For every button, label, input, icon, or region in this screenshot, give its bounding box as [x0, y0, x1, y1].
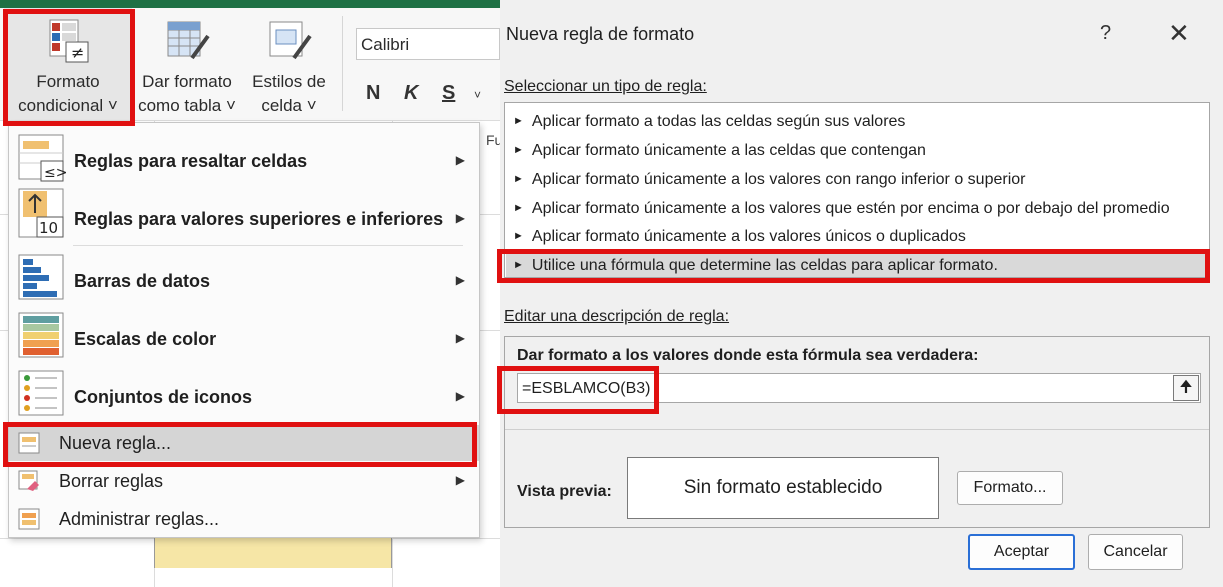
- rule-type-item[interactable]: ► Aplicar formato a todas las celdas segú…: [513, 113, 905, 131]
- ok-button[interactable]: Aceptar: [968, 534, 1075, 570]
- rule-type-item[interactable]: ► Aplicar formato únicamente a las celdas…: [513, 142, 926, 160]
- svg-text:10: 10: [39, 219, 58, 237]
- menu-item-label: Reglas para resaltar celdas: [74, 151, 308, 171]
- conditional-format-menu: ≤> Reglas para resaltar celdas ▶ 10 Regl…: [8, 122, 480, 538]
- edit-description-label: Editar una descripción de regla:: [504, 308, 730, 325]
- color-scales-icon: [18, 312, 64, 358]
- cell-styles-label-1: Estilos de: [252, 72, 326, 91]
- preview-label: Vista previa:: [517, 483, 612, 500]
- cell-styles-button[interactable]: Estilos de celda ˅: [244, 8, 334, 120]
- italic-button[interactable]: K: [404, 82, 418, 105]
- rule-type-label: Utilice una fórmula que determine las ce…: [531, 257, 998, 274]
- collapse-dialog-button[interactable]: 🠉: [1173, 375, 1199, 401]
- rule-type-label: Aplicar formato únicamente a los valores…: [531, 200, 1170, 217]
- menu-item-top-bottom-rules[interactable]: 10 Reglas para valores superiores e infe…: [9, 187, 479, 245]
- eraser-icon: [18, 470, 39, 491]
- cell-styles-label-2: celda ˅: [261, 96, 317, 115]
- submenu-arrow-icon: ▶: [455, 331, 465, 345]
- menu-item-new-rule[interactable]: Nueva regla...: [9, 425, 479, 461]
- gridline: [0, 120, 500, 121]
- bold-button[interactable]: N: [366, 82, 380, 105]
- menu-item-label: Conjuntos de iconos: [74, 387, 252, 407]
- formula-input[interactable]: =ESBLAMCO(B3): [517, 373, 1201, 403]
- highlight-cells-rules-icon: ≤>: [18, 134, 67, 182]
- dialog-title: Nueva regla de formato: [506, 24, 695, 44]
- rule-type-label: Aplicar formato a todas las celdas según…: [531, 113, 906, 130]
- rule-type-list[interactable]: ► Aplicar formato a todas las celdas segú…: [504, 102, 1210, 278]
- format-as-table-label-2: como tabla ˅: [138, 96, 236, 115]
- submenu-arrow-icon: ▶: [455, 389, 465, 403]
- up-arrow-icon: 🠉: [1179, 379, 1193, 396]
- preview-box: Sin formato establecido: [627, 457, 939, 519]
- partial-column-header: Fu: [486, 132, 500, 148]
- formula-heading: Dar formato a los valores donde esta fór…: [517, 347, 979, 364]
- menu-item-label: Barras de datos: [74, 271, 211, 291]
- menu-item-label: Administrar reglas...: [59, 509, 220, 529]
- underline-button[interactable]: S: [442, 82, 455, 105]
- select-rule-type-label: Seleccionar un tipo de regla:: [504, 78, 707, 95]
- font-name-combobox[interactable]: Calibri: [356, 28, 500, 60]
- triangle-marker-icon: ►: [513, 115, 524, 127]
- rule-type-label: Aplicar formato únicamente a los valores…: [531, 228, 966, 245]
- conditional-format-label-1: Formato: [36, 72, 100, 91]
- rule-description-panel: Dar formato a los valores donde esta fór…: [504, 336, 1210, 528]
- rule-type-item[interactable]: ► Aplicar formato únicamente a los valore…: [513, 171, 1025, 189]
- new-format-rule-dialog: Nueva regla de formato ? ✕ Seleccionar u…: [497, 0, 1223, 587]
- submenu-arrow-icon: ▶: [455, 153, 465, 167]
- new-rule-icon: [18, 432, 40, 454]
- menu-separator: [73, 245, 463, 246]
- excel-title-strip: [0, 0, 500, 8]
- highlighted-cell-range: [154, 538, 392, 568]
- menu-item-clear-rules[interactable]: Borrar reglas ▶: [9, 463, 479, 499]
- menu-item-label: Escalas de color: [74, 329, 217, 349]
- format-button[interactable]: Formato...: [957, 471, 1063, 505]
- rule-type-item[interactable]: ► Aplicar formato únicamente a los valore…: [513, 200, 1170, 218]
- data-bars-icon: [18, 254, 64, 300]
- conditional-format-button[interactable]: ≠ Formato condicional ˅: [4, 8, 132, 120]
- excel-window: ≠ Formato condicional ˅ Dar formato como…: [0, 0, 500, 587]
- table-brush-icon: [167, 21, 210, 60]
- submenu-arrow-icon: ▶: [455, 211, 465, 225]
- conditional-format-label-2: condicional ˅: [18, 96, 118, 115]
- format-as-table-label-1: Dar formato: [142, 72, 232, 91]
- menu-item-manage-rules[interactable]: Administrar reglas...: [9, 501, 479, 537]
- submenu-arrow-icon: ▶: [455, 473, 465, 487]
- menu-item-highlight-rules[interactable]: ≤> Reglas para resaltar celdas ▶: [9, 127, 479, 187]
- svg-text:≠: ≠: [71, 43, 84, 62]
- svg-text:≤>: ≤>: [44, 165, 67, 181]
- triangle-marker-icon: ►: [513, 202, 524, 214]
- triangle-marker-icon: ►: [513, 259, 524, 271]
- conditional-format-icon: ≠: [49, 19, 89, 63]
- menu-item-label: Reglas para valores superiores e inferio…: [74, 209, 444, 229]
- menu-item-icon-sets[interactable]: Conjuntos de iconos ▶: [9, 365, 479, 423]
- menu-item-label: Nueva regla...: [59, 433, 172, 453]
- icon-sets-icon: [18, 370, 64, 416]
- close-icon[interactable]: ✕: [1168, 18, 1190, 49]
- ribbon-separator: [342, 16, 343, 111]
- triangle-marker-icon: ►: [513, 144, 524, 156]
- help-icon[interactable]: ?: [1100, 22, 1111, 45]
- triangle-marker-icon: ►: [513, 173, 524, 185]
- top-bottom-rules-icon: 10: [18, 188, 64, 238]
- triangle-marker-icon: ►: [513, 230, 524, 242]
- cell-styles-icon: [269, 21, 312, 60]
- ribbon-styles-group: ≠ Formato condicional ˅ Dar formato como…: [0, 8, 500, 120]
- rule-type-label: Aplicar formato únicamente a los valores…: [531, 171, 1026, 188]
- format-as-table-button[interactable]: Dar formato como tabla ˅: [134, 8, 240, 120]
- manage-rules-icon: [18, 508, 40, 530]
- menu-item-data-bars[interactable]: Barras de datos ▶: [9, 247, 479, 307]
- rule-type-label: Aplicar formato únicamente a las celdas …: [531, 142, 926, 159]
- rule-type-item[interactable]: ► Aplicar formato únicamente a los valore…: [513, 228, 966, 246]
- panel-divider: [505, 429, 1209, 430]
- menu-item-color-scales[interactable]: Escalas de color ▶: [9, 307, 479, 365]
- menu-item-label: Borrar reglas: [59, 471, 164, 491]
- cancel-button[interactable]: Cancelar: [1088, 534, 1183, 570]
- submenu-arrow-icon: ▶: [455, 273, 465, 287]
- underline-options-chevron-icon[interactable]: ˅: [474, 88, 481, 102]
- rule-type-item-selected[interactable]: ► Utilice una fórmula que determine las c…: [513, 257, 998, 275]
